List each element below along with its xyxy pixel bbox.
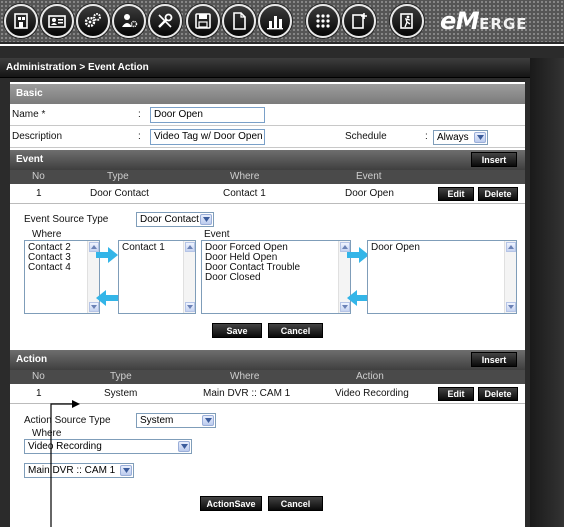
list-item[interactable]: Door Open (371, 243, 513, 253)
action-edit-button[interactable]: Edit (438, 387, 474, 401)
action-source-type-select[interactable]: System (136, 413, 216, 428)
action-col-no: No (32, 371, 45, 382)
event-col-where: Where (230, 171, 260, 182)
action-col-type: Type (110, 371, 132, 382)
user-settings-icon[interactable] (112, 4, 146, 38)
action-row-type: System (104, 388, 138, 399)
event-row-event: Door Open (345, 188, 394, 199)
schedule-select[interactable]: Always (433, 130, 488, 145)
event-col-type: Type (107, 171, 129, 182)
event-column-header: No Type Where Event (10, 170, 525, 184)
move-left-arrow-icon[interactable] (96, 290, 118, 306)
scroll-up-icon[interactable] (185, 242, 195, 252)
event-section-header: Event Insert (10, 150, 525, 170)
scroll-down-icon[interactable] (185, 302, 195, 312)
save-icon[interactable] (186, 4, 220, 38)
chart-icon[interactable] (258, 4, 292, 38)
action-type-value: Video Recording (28, 441, 102, 452)
schedule-select-value: Always (437, 132, 469, 143)
action-delete-button[interactable]: Delete (478, 387, 518, 401)
schedule-label: Schedule (345, 131, 387, 142)
event-source-type-value: Door Contact (140, 214, 199, 225)
scroll-down-icon[interactable] (506, 302, 516, 312)
chevron-down-icon[interactable] (120, 465, 132, 476)
basic-section-header: Basic (10, 84, 525, 104)
list-item[interactable]: Contact 4 (28, 263, 96, 273)
breadcrumb: Administration > Event Action (0, 58, 530, 78)
report-icon[interactable] (222, 4, 256, 38)
action-column-header: No Type Where Action (10, 370, 525, 384)
event-where-available-list[interactable]: Contact 2 Contact 3 Contact 4 (24, 240, 100, 314)
tools-icon[interactable] (148, 4, 182, 38)
action-table-row: 1 System Main DVR :: CAM 1 Video Recordi… (10, 384, 525, 404)
action-camera-value: Main DVR :: CAM 1 (28, 465, 116, 476)
move-right-arrow-icon[interactable] (96, 247, 118, 263)
action-where-label: Where (32, 428, 62, 439)
move-right-arrow-icon[interactable] (347, 247, 369, 263)
name-input[interactable]: Door Open (150, 107, 265, 123)
chevron-down-icon[interactable] (200, 214, 212, 225)
event-col-no: No (32, 171, 45, 182)
event-source-type-label: Event Source Type (24, 214, 109, 225)
event-table-row: 1 Door Contact Contact 1 Door Open Edit … (10, 184, 525, 204)
move-left-arrow-icon[interactable] (347, 290, 369, 306)
event-save-button[interactable]: Save (212, 323, 262, 338)
home-icon[interactable] (4, 4, 38, 38)
description-input[interactable]: Video Tag w/ Door Open (150, 129, 265, 145)
event-edit-button[interactable]: Edit (438, 187, 474, 201)
add-page-icon[interactable] (342, 4, 376, 38)
name-row: Name * : Door Open (10, 104, 525, 126)
list-item[interactable]: Door Closed (205, 273, 347, 283)
exit-icon[interactable] (390, 4, 424, 38)
right-panel (530, 58, 564, 527)
keypad-icon[interactable] (306, 4, 340, 38)
action-source-type-value: System (140, 415, 174, 426)
description-row: Description : Video Tag w/ Door Open Sch… (10, 126, 525, 148)
list-item[interactable]: Contact 1 (122, 243, 192, 253)
event-where-label: Where (32, 229, 62, 240)
scrollbar[interactable] (504, 241, 516, 313)
event-row-where: Contact 1 (223, 188, 266, 199)
name-colon: : (138, 109, 141, 120)
main-frame: Administration > Event Action Basic Name… (0, 46, 564, 527)
action-type-select[interactable]: Video Recording (24, 439, 192, 454)
description-colon: : (138, 131, 141, 142)
event-available-list[interactable]: Door Forced Open Door Held Open Door Con… (201, 240, 351, 314)
event-selected-list[interactable]: Door Open (367, 240, 517, 314)
action-col-where: Where (230, 371, 260, 382)
action-row-where: Main DVR :: CAM 1 (203, 388, 291, 399)
scrollbar[interactable] (183, 241, 195, 313)
name-label: Name * (12, 109, 46, 120)
event-col-event: Event (356, 171, 382, 182)
event-insert-button[interactable]: Insert (471, 152, 517, 167)
event-cancel-button[interactable]: Cancel (268, 323, 323, 338)
description-label: Description (12, 131, 63, 142)
main-toolbar: eMERGE (0, 0, 564, 44)
action-col-action: Action (356, 371, 384, 382)
event-source-type-select[interactable]: Door Contact (136, 212, 214, 227)
action-source-type-label: Action Source Type (24, 415, 111, 426)
event-row-no: 1 (36, 188, 42, 199)
event-row-type: Door Contact (90, 188, 149, 199)
scroll-up-icon[interactable] (506, 242, 516, 252)
event-delete-button[interactable]: Delete (478, 187, 518, 201)
action-camera-select[interactable]: Main DVR :: CAM 1 (24, 463, 134, 478)
action-cancel-button[interactable]: Cancel (268, 496, 323, 511)
event-action-form: Basic Name * : Door Open Description : V… (10, 82, 525, 527)
event-where-selected-list[interactable]: Contact 1 (118, 240, 196, 314)
schedule-colon: : (425, 131, 428, 142)
action-row-action: Video Recording (335, 388, 409, 399)
action-row-no: 1 (36, 388, 42, 399)
emerge-logo: eMERGE (440, 7, 528, 35)
action-section-header: Action Insert (10, 350, 525, 370)
action-save-button[interactable]: ActionSave (200, 496, 262, 511)
chevron-down-icon[interactable] (202, 415, 214, 426)
chevron-down-icon[interactable] (178, 441, 190, 452)
event-event-label: Event (204, 229, 230, 240)
action-insert-button[interactable]: Insert (471, 352, 517, 367)
user-card-icon[interactable] (40, 4, 74, 38)
gears-icon[interactable] (76, 4, 110, 38)
chevron-down-icon[interactable] (474, 132, 486, 143)
